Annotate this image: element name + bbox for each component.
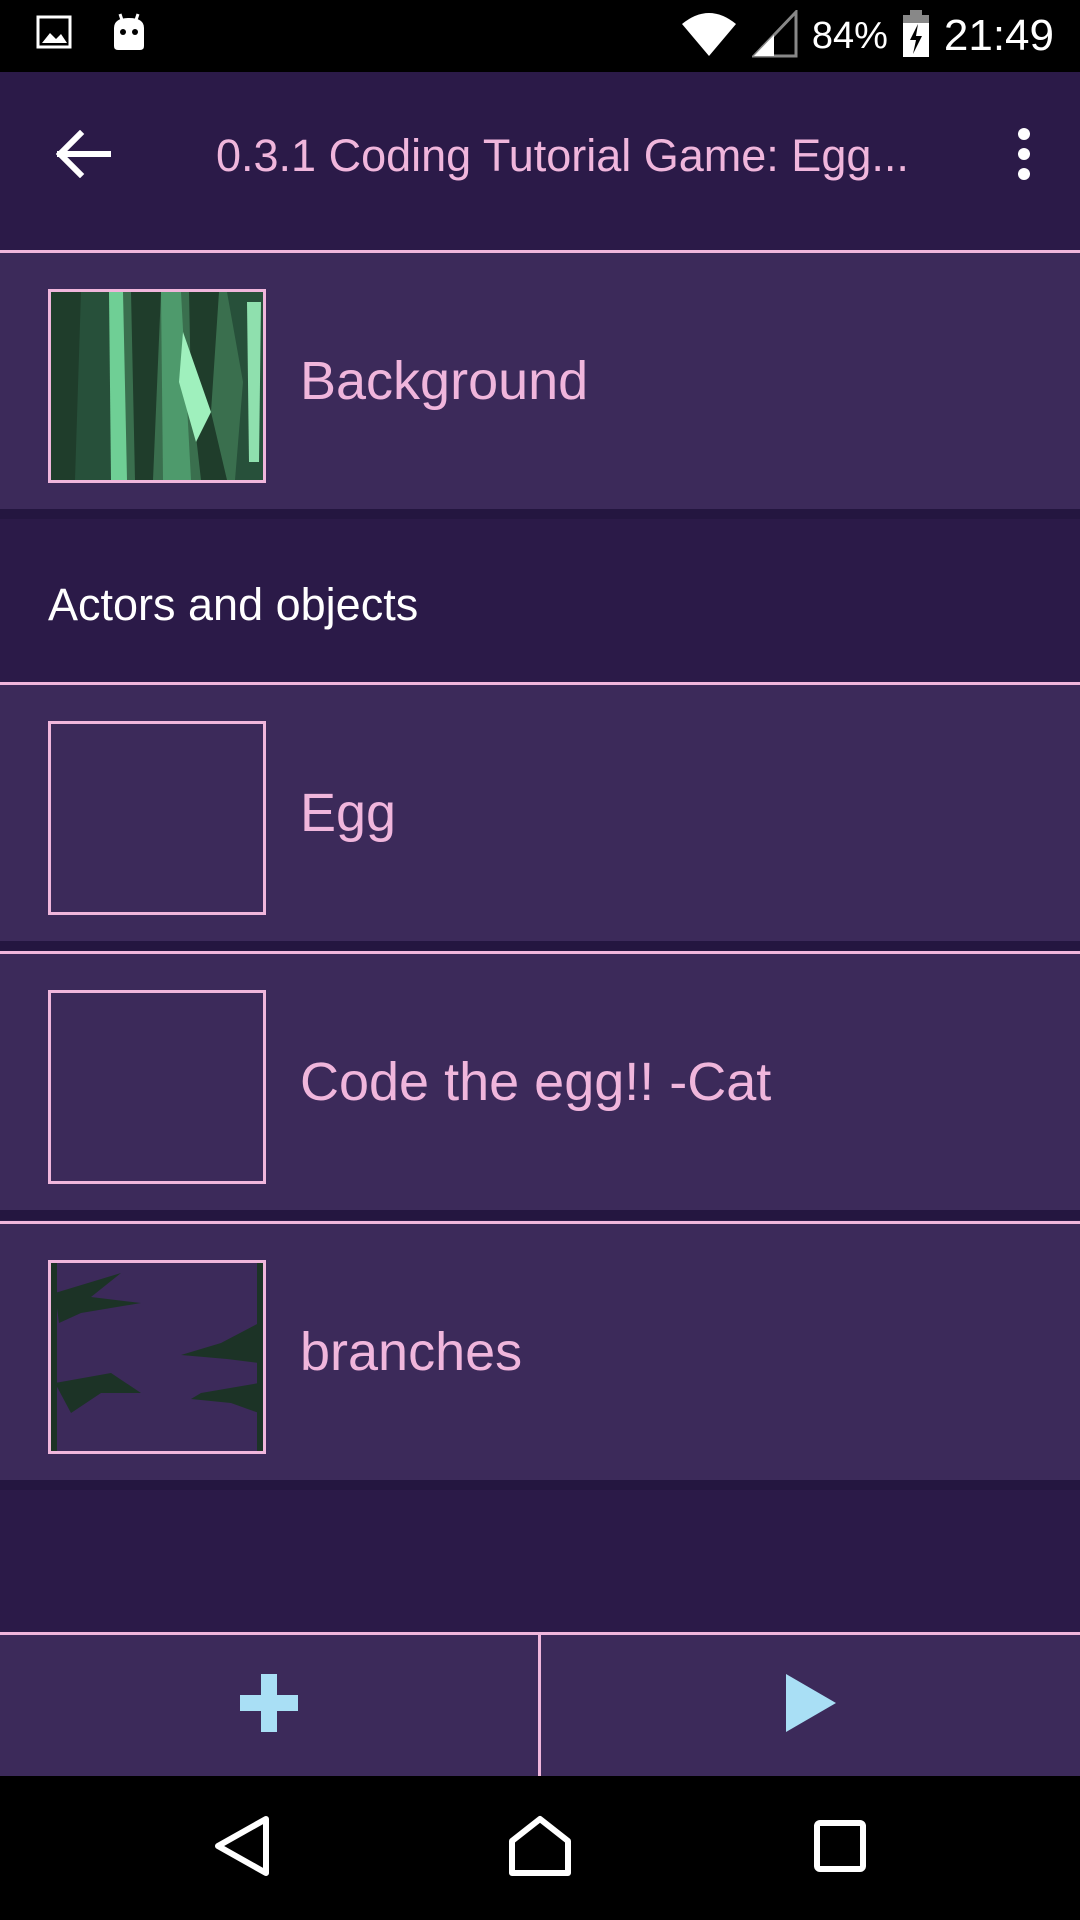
battery-charging-icon xyxy=(902,9,930,63)
background-label: Background xyxy=(300,351,589,411)
row-shadow xyxy=(0,1480,1080,1490)
actor-thumbnail xyxy=(48,1260,266,1454)
actor-item[interactable]: Code the egg!! -Cat xyxy=(0,954,1080,1210)
background-item[interactable]: Background xyxy=(0,253,1080,509)
clock: 21:49 xyxy=(943,11,1054,60)
actor-thumbnail xyxy=(48,721,266,915)
screen: 84% 21:49 0.3.1 Coding Tutorial Game: Eg… xyxy=(0,0,1080,1920)
row-shadow xyxy=(0,509,1080,519)
android-icon xyxy=(110,12,148,57)
battery-percent: 84% xyxy=(811,14,888,57)
triangle-back-icon xyxy=(212,1815,272,1882)
action-bar xyxy=(0,1632,1080,1776)
status-bar: 84% 21:49 xyxy=(0,0,1080,72)
play-icon xyxy=(784,1672,838,1739)
actor-item[interactable]: Egg xyxy=(0,685,1080,941)
arrow-left-icon xyxy=(55,129,112,183)
toolbar: 0.3.1 Coding Tutorial Game: Egg... xyxy=(0,72,1080,236)
back-button[interactable] xyxy=(48,120,120,192)
section-header: Actors and objects xyxy=(48,579,419,630)
wifi-icon xyxy=(680,10,738,63)
actor-label: branches xyxy=(300,1322,523,1382)
row-shadow xyxy=(0,941,1080,951)
nav-back-button[interactable] xyxy=(206,1812,278,1884)
add-button[interactable] xyxy=(0,1635,538,1776)
image-icon xyxy=(36,15,72,54)
navigation-bar xyxy=(0,1776,1080,1920)
play-button[interactable] xyxy=(541,1635,1080,1776)
row-shadow xyxy=(0,1210,1080,1220)
nav-recents-button[interactable] xyxy=(804,1812,876,1884)
actor-label: Code the egg!! -Cat xyxy=(300,1052,772,1112)
actor-label: Egg xyxy=(300,783,397,843)
nav-home-button[interactable] xyxy=(504,1812,576,1884)
square-recents-icon xyxy=(813,1819,867,1878)
actor-thumbnail xyxy=(48,990,266,1184)
page-title: 0.3.1 Coding Tutorial Game: Egg... xyxy=(216,130,909,181)
actor-item[interactable]: branches xyxy=(0,1224,1080,1480)
background-thumbnail xyxy=(48,289,266,483)
overflow-menu-button[interactable] xyxy=(1004,124,1044,188)
more-vert-icon xyxy=(1016,127,1032,185)
signal-icon xyxy=(750,7,798,63)
plus-icon xyxy=(240,1674,298,1737)
home-icon xyxy=(508,1815,572,1882)
